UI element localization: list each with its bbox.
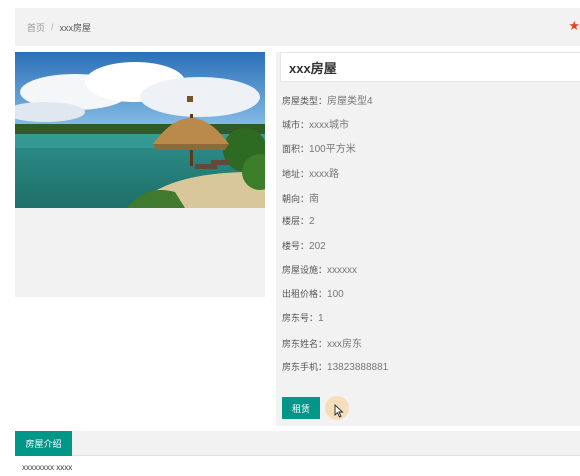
detail-value: xxx房东 — [327, 339, 363, 350]
house-title-box: xxx房屋 — [280, 52, 580, 82]
detail-floor: 楼层：2 — [282, 214, 315, 227]
detail-label: 面积： — [282, 144, 310, 154]
detail-label: 房屋设施： — [282, 265, 328, 275]
breadcrumb: 首页 / xxx房屋 ★ — [15, 8, 580, 46]
detail-value: 100 — [327, 289, 344, 300]
detail-label: 城市： — [282, 120, 310, 130]
house-intro-text: xxxxxxxx xxxx — [22, 463, 73, 472]
detail-label: 地址： — [282, 169, 310, 179]
tab-house-intro[interactable]: 房屋介绍 — [15, 431, 72, 456]
detail-label: 房东姓名： — [282, 339, 328, 349]
detail-landlord-phone: 房东手机：13823888881 — [282, 360, 388, 373]
detail-value: xxxxxx — [327, 265, 358, 276]
detail-value: 100平方米 — [309, 144, 356, 155]
detail-city: 城市：xxxx城市 — [282, 116, 349, 131]
rent-button[interactable]: 租赁 — [282, 397, 320, 419]
detail-orientation: 朝向：南 — [282, 190, 319, 205]
cursor-icon — [334, 403, 344, 423]
detail-facilities: 房屋设施：xxxxxx — [282, 263, 357, 276]
detail-landlord-id: 房东号：1 — [282, 311, 324, 324]
breadcrumb-current: xxx房屋 — [59, 22, 92, 33]
detail-area: 面积：100平方米 — [282, 140, 356, 155]
detail-value: 202 — [309, 241, 326, 252]
detail-value: 1 — [318, 313, 324, 324]
detail-building-no: 楼号：202 — [282, 239, 326, 252]
detail-label: 房东手机： — [282, 362, 328, 372]
house-image-panel — [15, 52, 265, 297]
detail-value: 13823888881 — [327, 362, 389, 373]
detail-value: 房屋类型4 — [327, 96, 373, 107]
house-photo — [15, 52, 265, 208]
detail-value: xxxx城市 — [309, 120, 350, 131]
star-icon[interactable]: ★ — [568, 19, 580, 32]
detail-rent-price: 出租价格：100 — [282, 287, 344, 300]
detail-label: 出租价格： — [282, 289, 328, 299]
detail-value: 南 — [309, 194, 320, 205]
detail-label: 房屋类型： — [282, 96, 328, 106]
detail-value: 2 — [309, 216, 315, 227]
house-title: xxx房屋 — [289, 60, 337, 76]
detail-address: 地址：xxxx路 — [282, 165, 339, 180]
house-info-panel: xxx房屋 房屋类型：房屋类型4 城市：xxxx城市 面积：100平方米 地址：… — [276, 52, 580, 426]
detail-label: 朝向： — [282, 194, 310, 204]
detail-landlord-name: 房东姓名：xxx房东 — [282, 335, 362, 350]
breadcrumb-separator: / — [51, 22, 54, 32]
detail-value: xxxx路 — [309, 169, 340, 180]
detail-label: 楼层： — [282, 216, 310, 226]
detail-label: 楼号： — [282, 241, 310, 251]
tab-bar: 房屋介绍 — [15, 431, 580, 456]
breadcrumb-home-link[interactable]: 首页 — [27, 21, 45, 34]
detail-house-type: 房屋类型：房屋类型4 — [282, 92, 373, 107]
detail-label: 房东号： — [282, 313, 319, 323]
